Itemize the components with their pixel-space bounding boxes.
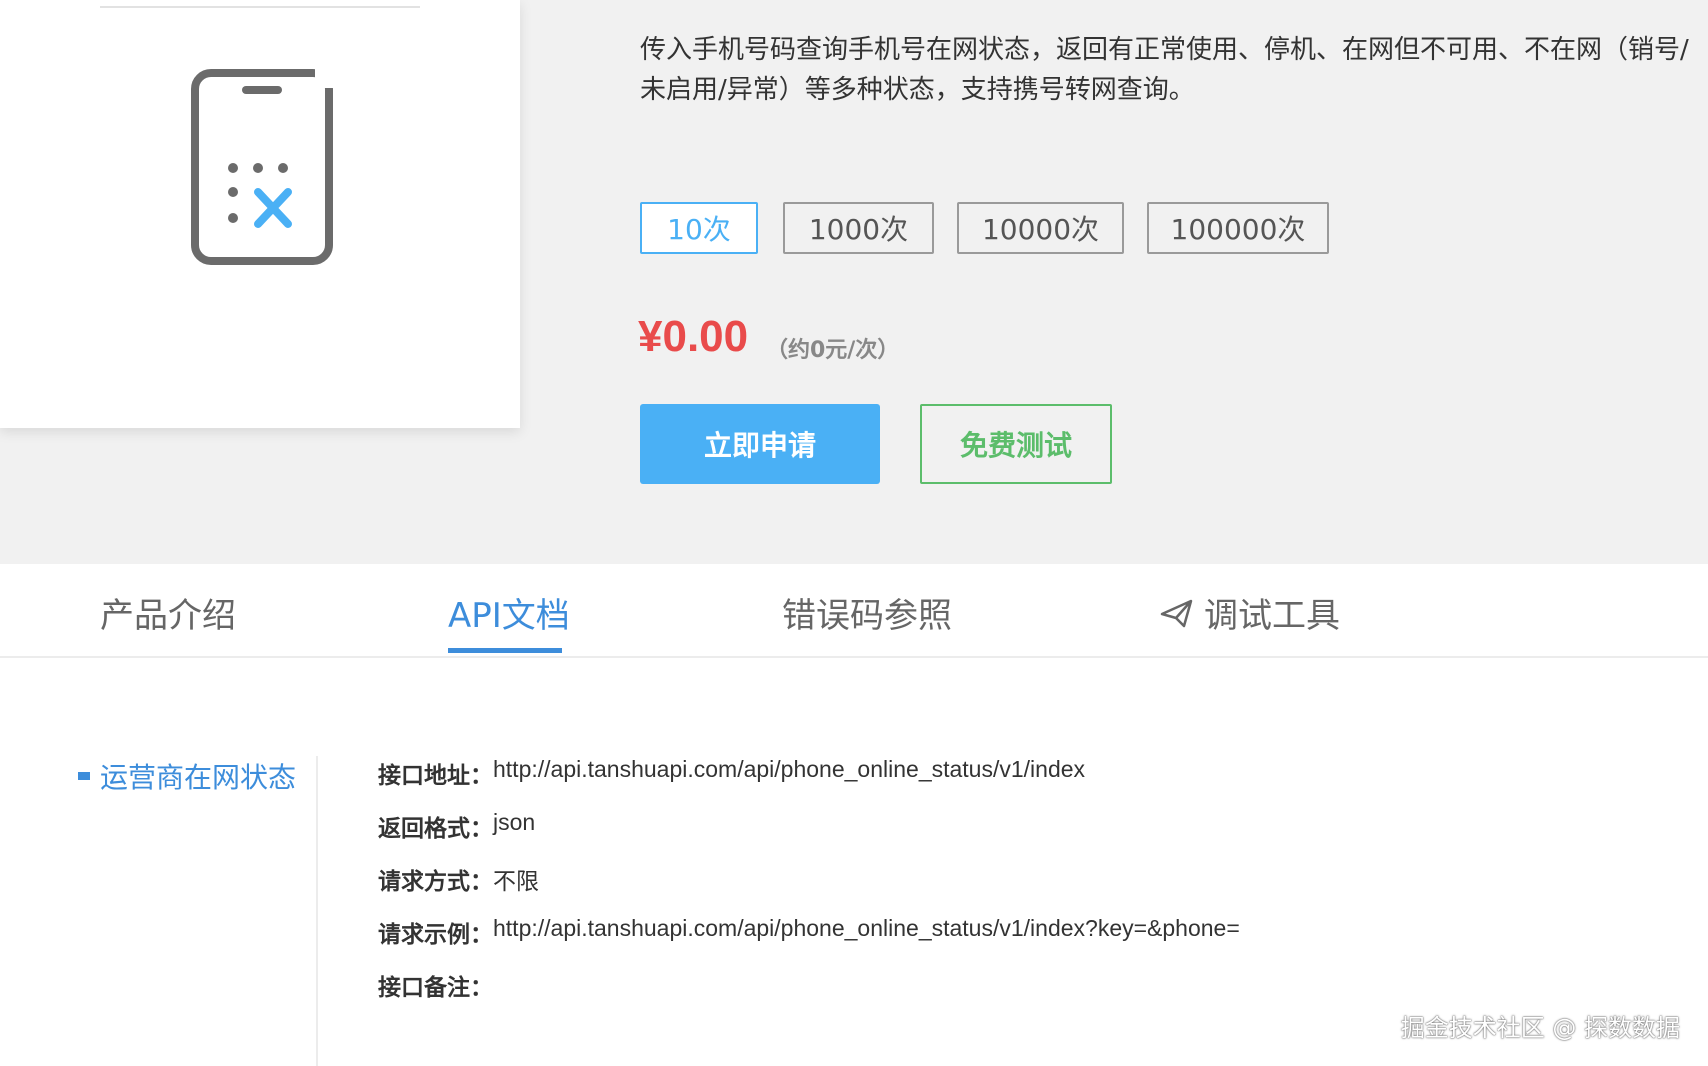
doc-label: 请求方式： <box>378 869 493 895</box>
tab-error-codes[interactable]: 错误码参照 <box>782 588 952 637</box>
sidebar-divider <box>316 756 318 1066</box>
product-description: 传入手机号码查询手机号在网状态，返回有正常使用、停机、在网但不可用、不在网（销号… <box>640 35 1689 105</box>
tab-debug-tool[interactable]: 调试工具 <box>1160 588 1340 637</box>
tab-label: 调试工具 <box>1204 596 1340 636</box>
product-header: 传入手机号码查询手机号在网状态，返回有正常使用、停机、在网但不可用、不在网（销号… <box>0 0 1708 564</box>
free-test-button[interactable]: 免费测试 <box>920 404 1112 484</box>
package-option-10[interactable]: 10次 <box>640 202 758 254</box>
doc-label: 接口备注： <box>378 975 493 1001</box>
product-card <box>0 0 520 428</box>
doc-row-format: 返回格式： json <box>378 809 1240 862</box>
doc-row-endpoint: 接口地址： http://api.tanshuapi.com/api/phone… <box>378 756 1240 809</box>
tab-label: API文档 <box>448 596 570 636</box>
card-divider <box>100 6 420 8</box>
tab-product-intro[interactable]: 产品介绍 <box>100 588 236 637</box>
tab-label: 产品介绍 <box>100 596 236 636</box>
price-amount: ¥0.00 <box>638 312 749 361</box>
api-doc-details: 接口地址： http://api.tanshuapi.com/api/phone… <box>378 756 1240 1021</box>
doc-row-example: 请求示例： http://api.tanshuapi.com/api/phone… <box>378 915 1240 968</box>
package-option-1000[interactable]: 1000次 <box>783 202 934 254</box>
apply-button[interactable]: 立即申请 <box>640 404 880 484</box>
doc-label: 请求示例： <box>378 922 493 948</box>
send-icon <box>1160 599 1193 627</box>
sidebar-item-online-status[interactable]: 运营商在网状态 <box>78 756 296 796</box>
tab-bar: 产品介绍 API文档 错误码参照 调试工具 <box>0 564 1708 658</box>
doc-label: 接口地址： <box>378 763 493 789</box>
tab-label: 错误码参照 <box>782 596 952 636</box>
active-tab-indicator <box>448 648 562 653</box>
request-example: http://api.tanshuapi.com/api/phone_onlin… <box>493 915 1240 941</box>
tab-api-docs[interactable]: API文档 <box>448 588 570 637</box>
response-format: json <box>493 809 536 835</box>
watermark: 掘金技术社区 @ 探数数据 <box>1400 1014 1680 1042</box>
endpoint-url: http://api.tanshuapi.com/api/phone_onlin… <box>493 756 1086 782</box>
doc-label: 返回格式： <box>378 816 493 842</box>
phone-x-icon <box>191 68 335 265</box>
unit-price: （约0元/次） <box>766 338 900 363</box>
package-option-100000[interactable]: 100000次 <box>1147 202 1329 254</box>
doc-row-notes: 接口备注： <box>378 968 1240 1021</box>
request-method: 不限 <box>493 868 539 894</box>
sidebar-item-label: 运营商在网状态 <box>100 761 297 794</box>
package-option-10000[interactable]: 10000次 <box>957 202 1124 254</box>
active-marker <box>78 772 90 780</box>
doc-row-method: 请求方式： 不限 <box>378 862 1240 915</box>
doc-sidebar: 运营商在网状态 <box>78 756 296 796</box>
